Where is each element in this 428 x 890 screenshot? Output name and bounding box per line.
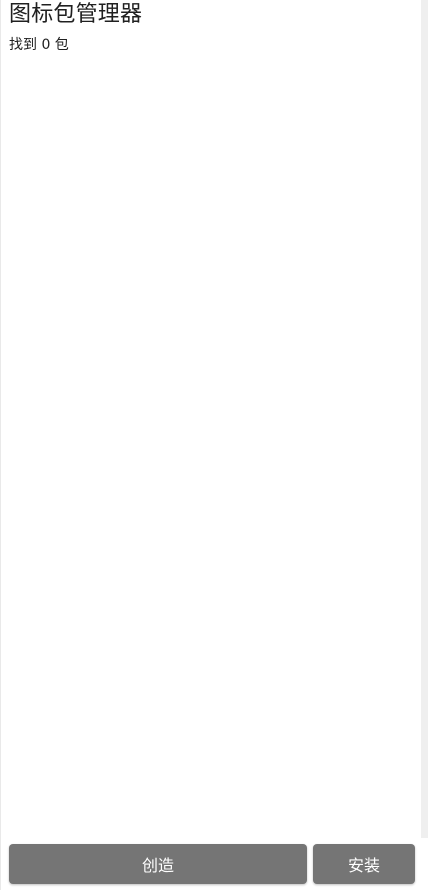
icon-pack-manager-screen: 图标包管理器 找到 0 包 创造 安装	[0, 0, 428, 890]
header: 图标包管理器 找到 0 包	[9, 0, 428, 54]
create-button[interactable]: 创造	[9, 844, 307, 884]
install-button-label: 安装	[347, 856, 380, 875]
pack-count-label: 找到 0 包	[9, 37, 69, 53]
icon-pack-list[interactable]	[1, 70, 422, 836]
scrollbar-track[interactable]	[421, 0, 428, 890]
install-button[interactable]: 安装	[313, 844, 415, 884]
page-title: 图标包管理器	[9, 2, 143, 27]
create-button-label: 创造	[141, 856, 174, 875]
bottom-action-bar: 创造 安装	[1, 838, 428, 890]
